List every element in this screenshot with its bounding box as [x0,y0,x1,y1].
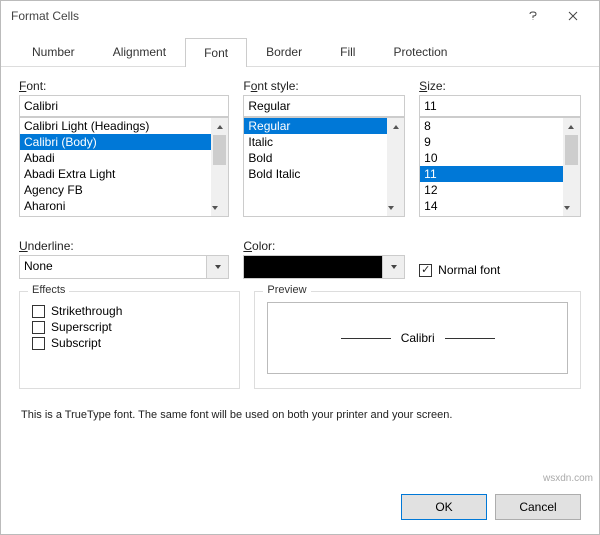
tab-protection[interactable]: Protection [374,37,466,66]
scroll-down-icon[interactable] [387,199,395,216]
underline-combo[interactable]: None [19,255,229,279]
checkbox-label: Subscript [51,336,101,350]
font-panel: Font: Calibri Light (Headings) Calibri (… [1,67,599,227]
titlebar: Format Cells [1,1,599,31]
close-button[interactable] [553,2,593,30]
dialog-footer: OK Cancel [401,494,581,520]
list-item[interactable]: 9 [420,134,563,150]
ok-button[interactable]: OK [401,494,487,520]
color-swatch [243,255,383,279]
scroll-thumb[interactable] [565,135,578,165]
tab-number[interactable]: Number [13,37,94,66]
list-item[interactable]: 14 [420,198,563,214]
normal-font-label: Normal font [438,263,500,277]
normal-font-checkbox[interactable]: Normal font [419,263,500,277]
color-label: Color: [243,239,405,253]
chevron-down-icon[interactable] [207,255,229,279]
effects-legend: Effects [28,284,69,296]
help-button[interactable] [513,2,553,30]
checkbox-icon [32,305,45,318]
scroll-down-icon[interactable] [211,199,219,216]
checkbox-label: Strikethrough [51,304,122,318]
tab-fill[interactable]: Fill [321,37,374,66]
font-style-input[interactable] [243,95,405,117]
cancel-button[interactable]: Cancel [495,494,581,520]
scroll-up-icon[interactable] [211,118,228,135]
list-item[interactable]: 10 [420,150,563,166]
format-cells-dialog: Format Cells Number Alignment Font Borde… [0,0,600,535]
list-item[interactable]: Calibri Light (Headings) [20,118,211,134]
list-item[interactable]: Agency FB [20,182,211,198]
scrollbar[interactable] [387,118,404,216]
help-icon [528,11,538,21]
list-item[interactable]: Calibri (Body) [20,134,211,150]
preview-group: Preview Calibri [254,291,581,389]
tab-bar: Number Alignment Font Border Fill Protec… [1,31,599,67]
row-underline-color: Underline: None Color: Normal font [1,227,599,279]
preview-line-icon [341,338,391,339]
checkbox-icon [32,337,45,350]
groups-row: Effects Strikethrough Superscript Subscr… [1,279,599,389]
font-style-listbox[interactable]: Regular Italic Bold Bold Italic [243,117,405,217]
list-item[interactable]: Bold Italic [244,166,387,182]
font-label: Font: [19,79,229,93]
list-item[interactable]: Italic [244,134,387,150]
subscript-checkbox[interactable]: Subscript [32,336,227,350]
checkbox-label: Superscript [51,320,112,334]
list-item[interactable]: Abadi Extra Light [20,166,211,182]
size-label: Size: [419,79,581,93]
preview-box: Calibri [267,302,568,374]
strikethrough-checkbox[interactable]: Strikethrough [32,304,227,318]
font-input[interactable] [19,95,229,117]
dialog-title: Format Cells [11,9,513,23]
tab-font[interactable]: Font [185,38,247,67]
font-style-label: Font style: [243,79,405,93]
size-input[interactable] [419,95,581,117]
close-icon [568,11,578,21]
checkbox-icon [32,321,45,334]
color-combo[interactable] [243,255,405,279]
scrollbar[interactable] [211,118,228,216]
scroll-up-icon[interactable] [563,118,580,135]
preview-sample: Calibri [401,331,435,345]
tab-alignment[interactable]: Alignment [94,37,185,66]
chevron-down-icon[interactable] [383,255,405,279]
underline-value: None [19,255,207,279]
tab-border[interactable]: Border [247,37,321,66]
font-hint-text: This is a TrueType font. The same font w… [1,389,599,421]
list-item[interactable]: Abadi [20,150,211,166]
font-listbox[interactable]: Calibri Light (Headings) Calibri (Body) … [19,117,229,217]
scrollbar[interactable] [563,118,580,216]
underline-label: Underline: [19,239,229,253]
preview-line-icon [445,338,495,339]
list-item[interactable]: Bold [244,150,387,166]
scroll-down-icon[interactable] [563,199,571,216]
scroll-up-icon[interactable] [387,118,404,135]
list-item[interactable]: Aharoni [20,198,211,214]
list-item[interactable]: 11 [420,166,563,182]
preview-legend: Preview [263,284,310,296]
list-item[interactable]: Regular [244,118,387,134]
watermark-text: wsxdn.com [543,473,593,484]
size-listbox[interactable]: 8 9 10 11 12 14 [419,117,581,217]
checkbox-icon [419,264,432,277]
superscript-checkbox[interactable]: Superscript [32,320,227,334]
list-item[interactable]: 8 [420,118,563,134]
scroll-thumb[interactable] [213,135,226,165]
effects-group: Effects Strikethrough Superscript Subscr… [19,291,240,389]
list-item[interactable]: 12 [420,182,563,198]
